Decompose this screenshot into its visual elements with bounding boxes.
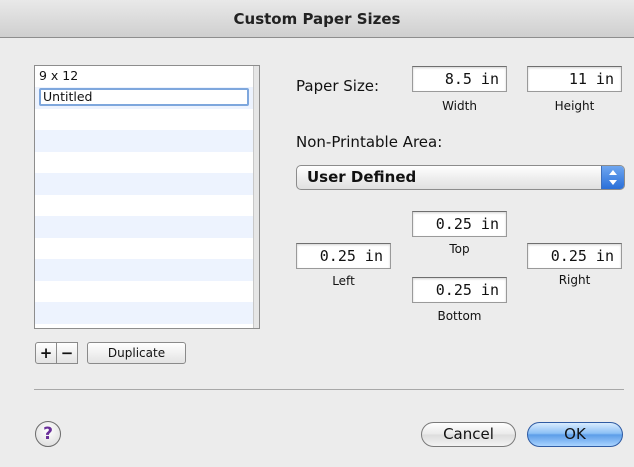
add-paper-button[interactable]: + bbox=[35, 342, 57, 364]
height-label: Height bbox=[554, 99, 595, 113]
left-label: Left bbox=[332, 274, 355, 288]
help-icon: ? bbox=[43, 424, 53, 444]
list-item[interactable]: 9 x 12 bbox=[39, 67, 249, 85]
width-label: Width bbox=[442, 99, 477, 113]
paper-size-label: Paper Size: bbox=[296, 77, 380, 95]
margin-top-field[interactable]: 0.25 in bbox=[412, 211, 507, 237]
duplicate-button[interactable]: Duplicate bbox=[87, 342, 186, 364]
popup-arrows-icon bbox=[601, 166, 624, 189]
margin-left-field[interactable]: 0.25 in bbox=[296, 243, 391, 269]
list-item-editing[interactable]: Untitled bbox=[39, 88, 249, 106]
plus-icon: + bbox=[39, 344, 53, 362]
non-printable-area-popup[interactable]: User Defined bbox=[296, 165, 625, 190]
ok-button[interactable]: OK bbox=[527, 422, 623, 447]
non-printable-area-label: Non-Printable Area: bbox=[296, 133, 443, 151]
top-label: Top bbox=[449, 242, 470, 256]
cancel-button[interactable]: Cancel bbox=[421, 422, 516, 447]
paper-width-field[interactable]: 8.5 in bbox=[412, 66, 507, 92]
list-scrollbar[interactable] bbox=[253, 66, 259, 328]
paper-height-field[interactable]: 11 in bbox=[527, 66, 622, 92]
dialog-pane: 9 x 12 Untitled + − Duplicate Paper Size… bbox=[0, 0, 634, 447]
bottom-label: Bottom bbox=[437, 309, 482, 323]
minus-icon: − bbox=[60, 344, 74, 362]
margin-bottom-field[interactable]: 0.25 in bbox=[412, 277, 507, 303]
margin-right-field[interactable]: 0.25 in bbox=[527, 243, 622, 269]
footer-divider bbox=[34, 389, 624, 390]
right-label: Right bbox=[558, 273, 591, 287]
remove-paper-button[interactable]: − bbox=[56, 342, 78, 364]
paper-size-list[interactable]: 9 x 12 Untitled bbox=[34, 65, 260, 329]
help-button[interactable]: ? bbox=[35, 421, 61, 447]
popup-selected-value: User Defined bbox=[307, 168, 417, 186]
